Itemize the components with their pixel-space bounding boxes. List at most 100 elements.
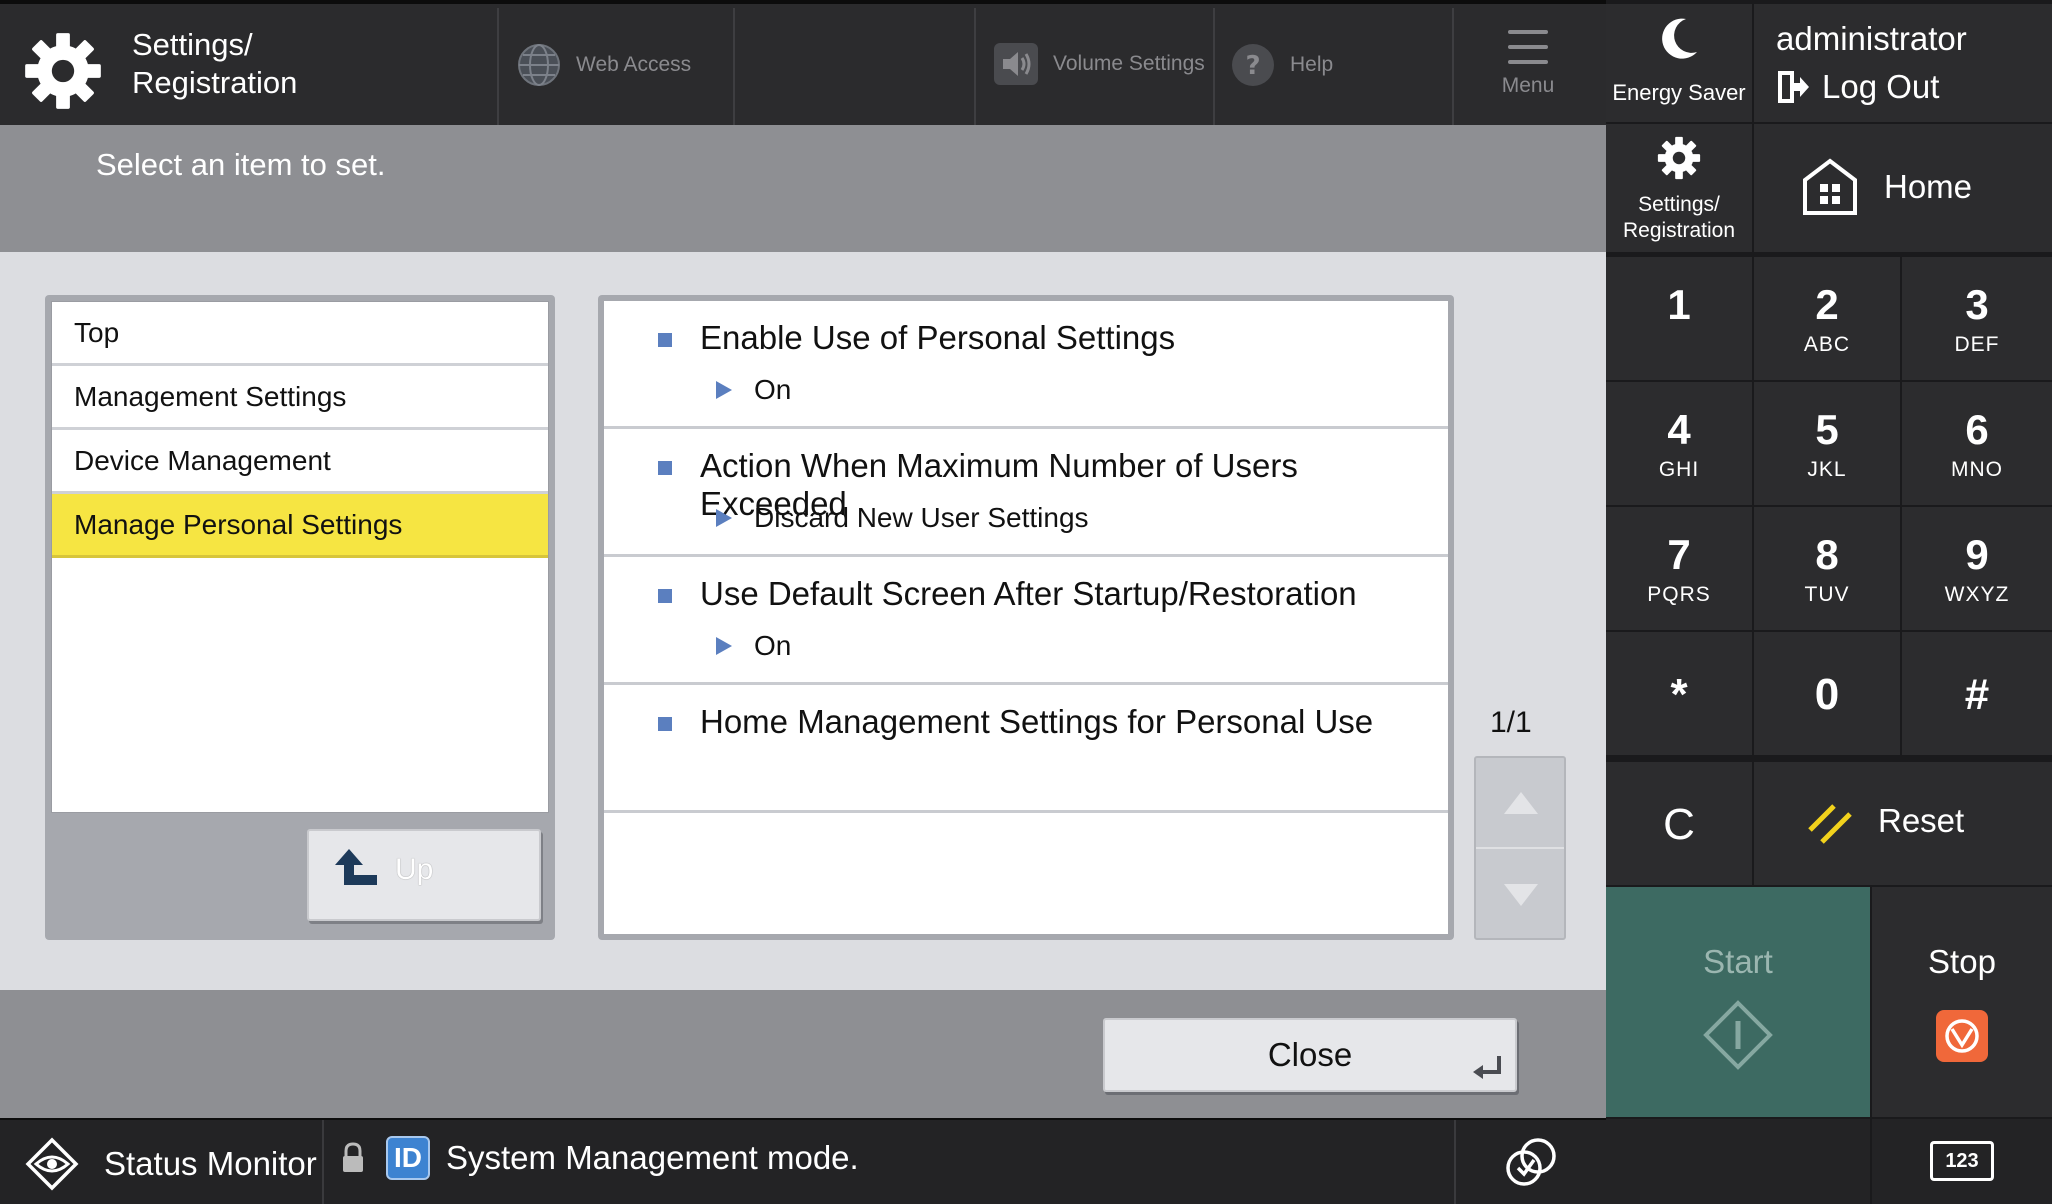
- tree-item-top[interactable]: Top: [52, 302, 548, 366]
- key-asterisk[interactable]: *: [1606, 632, 1752, 755]
- help-icon: ?: [1232, 44, 1274, 86]
- help-button[interactable]: ? Help: [1230, 42, 1333, 88]
- key-letters: DEF: [1954, 333, 2000, 356]
- setting-row-default-screen[interactable]: Use Default Screen After Startup/Restora…: [604, 557, 1448, 685]
- menu-button[interactable]: Menu: [1478, 18, 1578, 98]
- start-label: Start: [1703, 943, 1773, 980]
- divider: [1476, 847, 1564, 849]
- key-digit: 3: [1965, 281, 1989, 328]
- key-7[interactable]: 7 PQRS: [1606, 507, 1752, 630]
- tree-item-manage-personal-settings[interactable]: Manage Personal Settings: [52, 494, 548, 558]
- top-bar: Settings/ Registration Web Access Volume…: [0, 0, 1606, 125]
- status-monitor-label: Status Monitor: [104, 1145, 317, 1182]
- up-label: Up: [395, 853, 434, 886]
- up-arrow-icon: [335, 849, 377, 885]
- svg-text:?: ?: [1245, 51, 1260, 81]
- home-label: Home: [1884, 168, 1973, 205]
- reset-label: Reset: [1878, 802, 1965, 839]
- tree-item-device-management[interactable]: Device Management: [52, 430, 548, 494]
- bullet-icon: [658, 333, 672, 347]
- divider: [322, 1120, 324, 1204]
- keypad-toggle-button[interactable]: 123: [1872, 1119, 2052, 1204]
- stop-button[interactable]: Stop: [1872, 887, 2052, 1117]
- up-button[interactable]: Up: [307, 829, 541, 921]
- clear-key[interactable]: C: [1606, 762, 1752, 885]
- gear-icon: [1657, 136, 1701, 180]
- setting-title: Enable Use of Personal Settings: [700, 319, 1176, 356]
- content-area: Top Management Settings Device Managemen…: [4, 252, 1604, 990]
- stop-label: Stop: [1928, 943, 1996, 980]
- menu-icon: [1508, 30, 1548, 64]
- setting-title: Home Management Settings for Personal Us…: [700, 703, 1374, 740]
- key-1[interactable]: 1: [1606, 257, 1752, 380]
- key-4[interactable]: 4 GHI: [1606, 382, 1752, 505]
- eye-icon: [25, 1137, 79, 1191]
- reset-icon: [1808, 804, 1852, 844]
- bullet-icon: [658, 461, 672, 475]
- key-9[interactable]: 9 WXYZ: [1902, 507, 2052, 630]
- status-bar: Status Monitor ID System Management mode…: [0, 1118, 1606, 1204]
- setting-row-enable-personal-settings[interactable]: Enable Use of Personal Settings On: [604, 301, 1448, 429]
- key-digit: 1: [1667, 281, 1691, 328]
- app-title-line1: Settings/: [132, 27, 253, 62]
- scroll-control: [1474, 756, 1566, 940]
- key-letters: TUV: [1804, 583, 1850, 606]
- key-letters: ABC: [1803, 333, 1851, 356]
- key-6[interactable]: 6 MNO: [1902, 382, 2052, 505]
- key-digit: #: [1964, 670, 1990, 719]
- settings-registration-button[interactable]: Settings/ Registration: [1606, 124, 1752, 252]
- key-0[interactable]: 0: [1754, 632, 1900, 755]
- tree-item-management-settings[interactable]: Management Settings: [52, 366, 548, 430]
- home-icon: [1803, 158, 1857, 215]
- reset-button[interactable]: Reset: [1754, 762, 2052, 885]
- key-letters: GHI: [1658, 458, 1700, 481]
- key-3[interactable]: 3 DEF: [1902, 257, 2052, 380]
- divider: [974, 8, 976, 125]
- close-button[interactable]: Close: [1103, 1018, 1517, 1092]
- volume-settings-button[interactable]: Volume Settings: [993, 42, 1205, 86]
- scroll-up-button[interactable]: [1504, 792, 1538, 814]
- settings-label-line2: Registration: [1622, 219, 1736, 242]
- log-out-button[interactable]: Log Out: [1776, 68, 1939, 106]
- key-digit: 0: [1814, 670, 1840, 719]
- divider: [1452, 8, 1454, 125]
- panel-bottom-blank: [1606, 1119, 1870, 1204]
- scroll-down-button[interactable]: [1504, 884, 1538, 906]
- key-8[interactable]: 8 TUV: [1754, 507, 1900, 630]
- start-button[interactable]: Start: [1606, 887, 1870, 1117]
- instruction-text: Select an item to set.: [96, 147, 386, 182]
- settings-registration-label: Settings/ Registration: [1606, 192, 1752, 244]
- home-button[interactable]: Home: [1754, 124, 2052, 252]
- key-digit: *: [1670, 670, 1688, 719]
- key-2[interactable]: 2 ABC: [1754, 257, 1900, 380]
- value-arrow-icon: [716, 637, 732, 655]
- energy-saver-label: Energy Saver: [1612, 80, 1746, 105]
- key-letters: WXYZ: [1944, 583, 2010, 606]
- start-icon: [1703, 1000, 1773, 1070]
- return-corner-icon: [1473, 1056, 1501, 1079]
- navigation-tree-list: Top Management Settings Device Managemen…: [51, 301, 549, 813]
- energy-saver-button[interactable]: Energy Saver: [1606, 4, 1752, 122]
- clear-key-label: C: [1663, 800, 1695, 849]
- key-digit: 5: [1815, 406, 1839, 453]
- setting-row-home-management[interactable]: Home Management Settings for Personal Us…: [604, 685, 1448, 813]
- divider: [497, 8, 499, 125]
- web-access-label: Web Access: [576, 53, 692, 76]
- setting-value: Discard New User Settings: [754, 502, 1089, 533]
- sync-icon[interactable]: [1500, 1134, 1562, 1190]
- id-badge: ID: [386, 1136, 430, 1180]
- web-access-button[interactable]: Web Access: [516, 42, 691, 88]
- lock-icon: [343, 1142, 363, 1172]
- prompt-band: Select an item to set.: [0, 125, 1606, 252]
- key-hash[interactable]: #: [1902, 632, 2052, 755]
- value-arrow-icon: [716, 381, 732, 399]
- setting-row-max-users-action[interactable]: Action When Maximum Number of Users Exce…: [604, 429, 1448, 557]
- status-monitor-button[interactable]: Status Monitor: [24, 1136, 317, 1192]
- control-panel: Energy Saver administrator Log Out Setti…: [1606, 0, 2052, 1204]
- menu-label: Menu: [1501, 74, 1555, 97]
- key-5[interactable]: 5 JKL: [1754, 382, 1900, 505]
- divider: [1454, 1120, 1456, 1204]
- close-label: Close: [1267, 1036, 1353, 1073]
- mode-text: System Management mode.: [446, 1139, 859, 1176]
- key-digit: 6: [1965, 406, 1989, 453]
